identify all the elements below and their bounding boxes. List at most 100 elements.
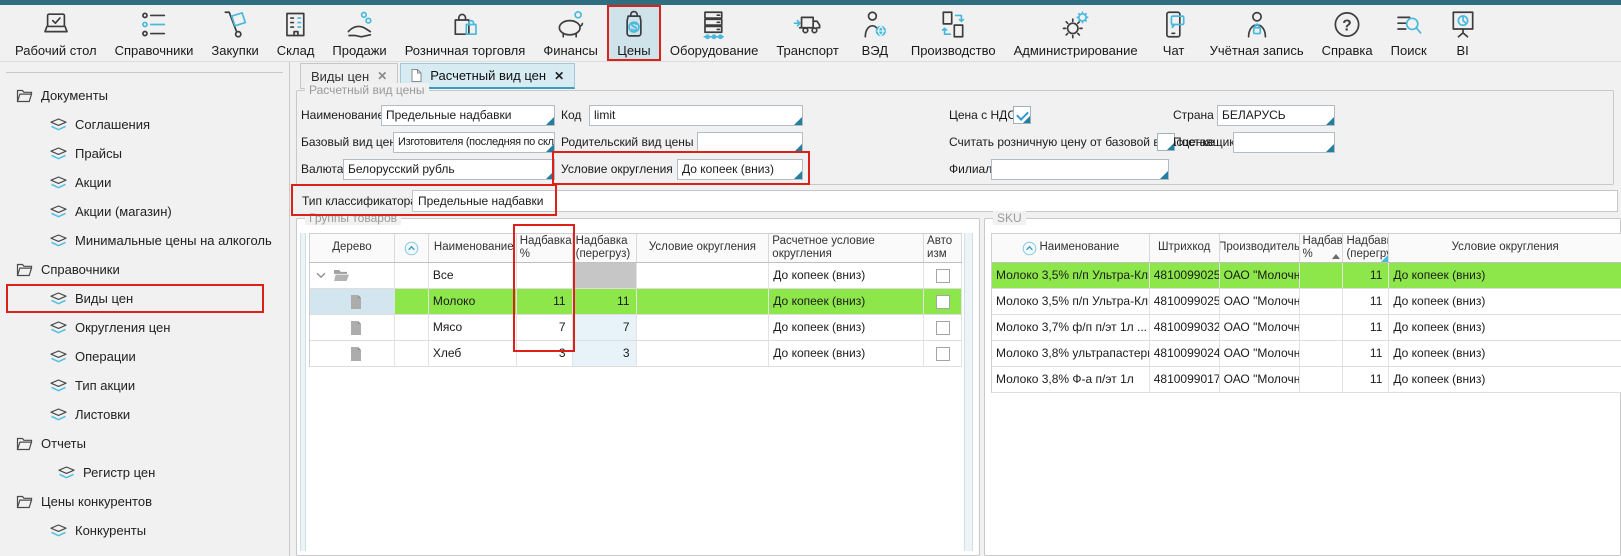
auto-change-checkbox[interactable] <box>936 347 950 361</box>
base-price-type-field[interactable]: Изготовителя (последняя по складу) <box>393 132 555 153</box>
code-field[interactable]: limit <box>589 105 803 126</box>
country-label: Страна <box>1173 105 1214 126</box>
table-row-selected[interactable]: Молоко 11 11 До копеек (вниз) <box>310 289 962 315</box>
vertical-scrollbar[interactable] <box>964 233 973 551</box>
gears-icon <box>1058 9 1094 40</box>
sidebar-item-agreements[interactable]: Соглашения <box>6 110 283 139</box>
toolbar-item-label: Закупки <box>211 43 258 58</box>
toolbar-item-administration[interactable]: Администрирование <box>1005 5 1147 61</box>
sidebar-item-competitors[interactable]: Конкуренты <box>6 516 283 545</box>
sidebar-folder-reports[interactable]: Отчеты <box>6 429 283 458</box>
currency-field[interactable]: Белорусский рубль <box>343 159 555 180</box>
column-header-tree[interactable]: Дерево <box>310 234 395 262</box>
toolbar-item-directories[interactable]: Справочники <box>106 5 203 61</box>
supplier-field[interactable] <box>1233 132 1335 153</box>
toolbar-item-transport[interactable]: Транспорт <box>767 5 848 61</box>
toolbar-item-sales[interactable]: Продажи <box>323 5 395 61</box>
toolbar-item-purchases[interactable]: Закупки <box>202 5 267 61</box>
sidebar-item-label: Справочники <box>41 262 120 277</box>
sidebar-item-min-alcohol-prices[interactable]: Минимальные цены на алкоголь <box>6 226 283 255</box>
column-header-sort[interactable] <box>395 234 429 262</box>
toolbar-item-warehouse[interactable]: Склад <box>268 5 324 61</box>
toolbar-item-label: BI <box>1457 43 1469 58</box>
producer-cell: ОАО "Молочн... <box>1220 341 1300 366</box>
sidebar-item-promotions-store[interactable]: Акции (магазин) <box>6 197 283 226</box>
column-header-name[interactable]: Наименование <box>992 234 1150 262</box>
toolbar-item-account[interactable]: Учётная запись <box>1201 5 1313 61</box>
table-row[interactable]: Молоко 3,7% ф/п п/эт 1л ... 481009903276… <box>992 315 1621 341</box>
rounding-condition-field[interactable]: До копеек (вниз) <box>677 159 803 180</box>
vertical-scrollbar[interactable] <box>300 233 306 551</box>
sidebar-folder-documents[interactable]: Документы <box>6 81 283 110</box>
group-name-cell: Мясо <box>429 315 517 340</box>
toolbar-item-search[interactable]: Поиск <box>1382 5 1436 61</box>
toolbar-item-chat[interactable]: Чат <box>1147 5 1201 61</box>
column-header-markup-overload[interactable]: Надбавка (перегруз) <box>573 234 637 262</box>
sidebar-item-promo-type[interactable]: Тип акции <box>6 371 283 400</box>
toolbar-item-desktop[interactable]: Рабочий стол <box>6 5 106 61</box>
toolbar-item-finance[interactable]: Финансы <box>534 5 607 61</box>
table-row[interactable]: Молоко 3,8% ультрапастеризов... 48100990… <box>992 341 1621 367</box>
column-header-rounding[interactable]: Условие округления <box>637 234 770 262</box>
column-header-producer[interactable]: Производитель <box>1220 234 1300 262</box>
sidebar-folder-competitor-prices[interactable]: Цены конкурентов <box>6 487 283 516</box>
markup-overload-cell: 3 <box>573 341 637 366</box>
toolbar-item-help[interactable]: ? Справка <box>1313 5 1382 61</box>
sidebar-folder-directories[interactable]: Справочники <box>6 255 283 284</box>
toolbar-item-retail[interactable]: Розничная торговля <box>396 5 535 61</box>
column-header-markup[interactable]: Надбавка, % <box>1300 234 1344 262</box>
chevron-down-icon[interactable] <box>316 272 326 279</box>
layers-icon <box>50 350 67 364</box>
sidebar-item-leaflets[interactable]: Листовки <box>6 400 283 429</box>
column-header-barcode[interactable]: Штрихкод <box>1150 234 1220 262</box>
country-field[interactable]: БЕЛАРУСЬ <box>1217 105 1335 126</box>
column-header-calc-rounding[interactable]: Расчетное условие округления <box>769 234 924 262</box>
classifier-type-field[interactable]: Предельные надбавки <box>412 190 1618 212</box>
close-icon[interactable]: ✕ <box>377 69 387 83</box>
column-header-markup[interactable]: Надбавка % <box>517 234 573 262</box>
table-row[interactable]: Мясо 7 7 До копеек (вниз) <box>310 315 962 341</box>
column-header-name[interactable]: Наименование <box>429 234 517 262</box>
auto-change-checkbox[interactable] <box>936 295 950 309</box>
toolbar-item-bi[interactable]: BI <box>1436 5 1490 61</box>
name-field[interactable]: Предельные надбавки <box>381 105 555 126</box>
toolbar-item-label: Справочники <box>115 43 194 58</box>
sidebar-item-price-register[interactable]: Регистр цен <box>6 458 283 487</box>
sidebar-item-label: Прайсы <box>75 146 122 161</box>
vat-checkbox[interactable] <box>1013 106 1031 124</box>
close-icon[interactable]: ✕ <box>554 69 564 83</box>
rounding-cell: До копеек (вниз) <box>1389 263 1621 288</box>
sidebar-item-price-roundings[interactable]: Округления цен <box>6 313 283 342</box>
auto-change-checkbox[interactable] <box>936 321 950 335</box>
sort-icon <box>404 241 419 256</box>
sidebar-item-promotions[interactable]: Акции <box>6 168 283 197</box>
toolbar-item-prices[interactable]: $ Цены <box>607 5 661 61</box>
sidebar-item-pricelists[interactable]: Прайсы <box>6 139 283 168</box>
toolbar-item-equipment[interactable]: Оборудование <box>661 5 767 61</box>
column-header-markup-overload[interactable]: Надбавка, (перегруз) <box>1343 234 1389 262</box>
toolbar-item-label: Склад <box>277 43 315 58</box>
toolbar-item-label: Транспорт <box>776 43 839 58</box>
table-row[interactable]: Хлеб 3 3 До копеек (вниз) <box>310 341 962 367</box>
sku-panel: SKU Наименование Штрихкод Производитель … <box>984 218 1621 556</box>
toolbar-item-production[interactable]: Производство <box>902 5 1005 61</box>
column-header-rounding[interactable]: Условие округления <box>1389 234 1621 262</box>
sidebar-item-operations[interactable]: Операции <box>6 342 283 371</box>
branch-field[interactable] <box>991 159 1169 180</box>
table-row[interactable]: Все До копеек (вниз) <box>310 263 962 289</box>
code-label: Код <box>561 105 581 126</box>
table-row-selected[interactable]: Молоко 3,5% п/п Ультра-Клин 0... 4810099… <box>992 263 1621 289</box>
column-header-auto-change[interactable]: Авто изм <box>924 234 962 262</box>
sidebar-item-label: Документы <box>41 88 108 103</box>
group-name-cell: Хлеб <box>429 341 517 366</box>
table-row[interactable]: Молоко 3,5% п/п Ультра-Клин 1... 4810099… <box>992 289 1621 315</box>
toolbar-item-label: Производство <box>911 43 996 58</box>
toolbar-item-label: Учётная запись <box>1210 43 1304 58</box>
auto-change-checkbox[interactable] <box>936 269 950 283</box>
toolbar-item-label: Цены <box>617 43 650 58</box>
table-row[interactable]: Молоко 3,8% Ф-а п/эт 1л 4810099017669 ОА… <box>992 367 1621 393</box>
parent-price-type-field[interactable] <box>697 132 803 153</box>
document-icon <box>411 69 422 82</box>
sidebar-item-price-types[interactable]: Виды цен <box>6 284 264 313</box>
toolbar-item-ved[interactable]: ВЭД <box>848 5 902 61</box>
